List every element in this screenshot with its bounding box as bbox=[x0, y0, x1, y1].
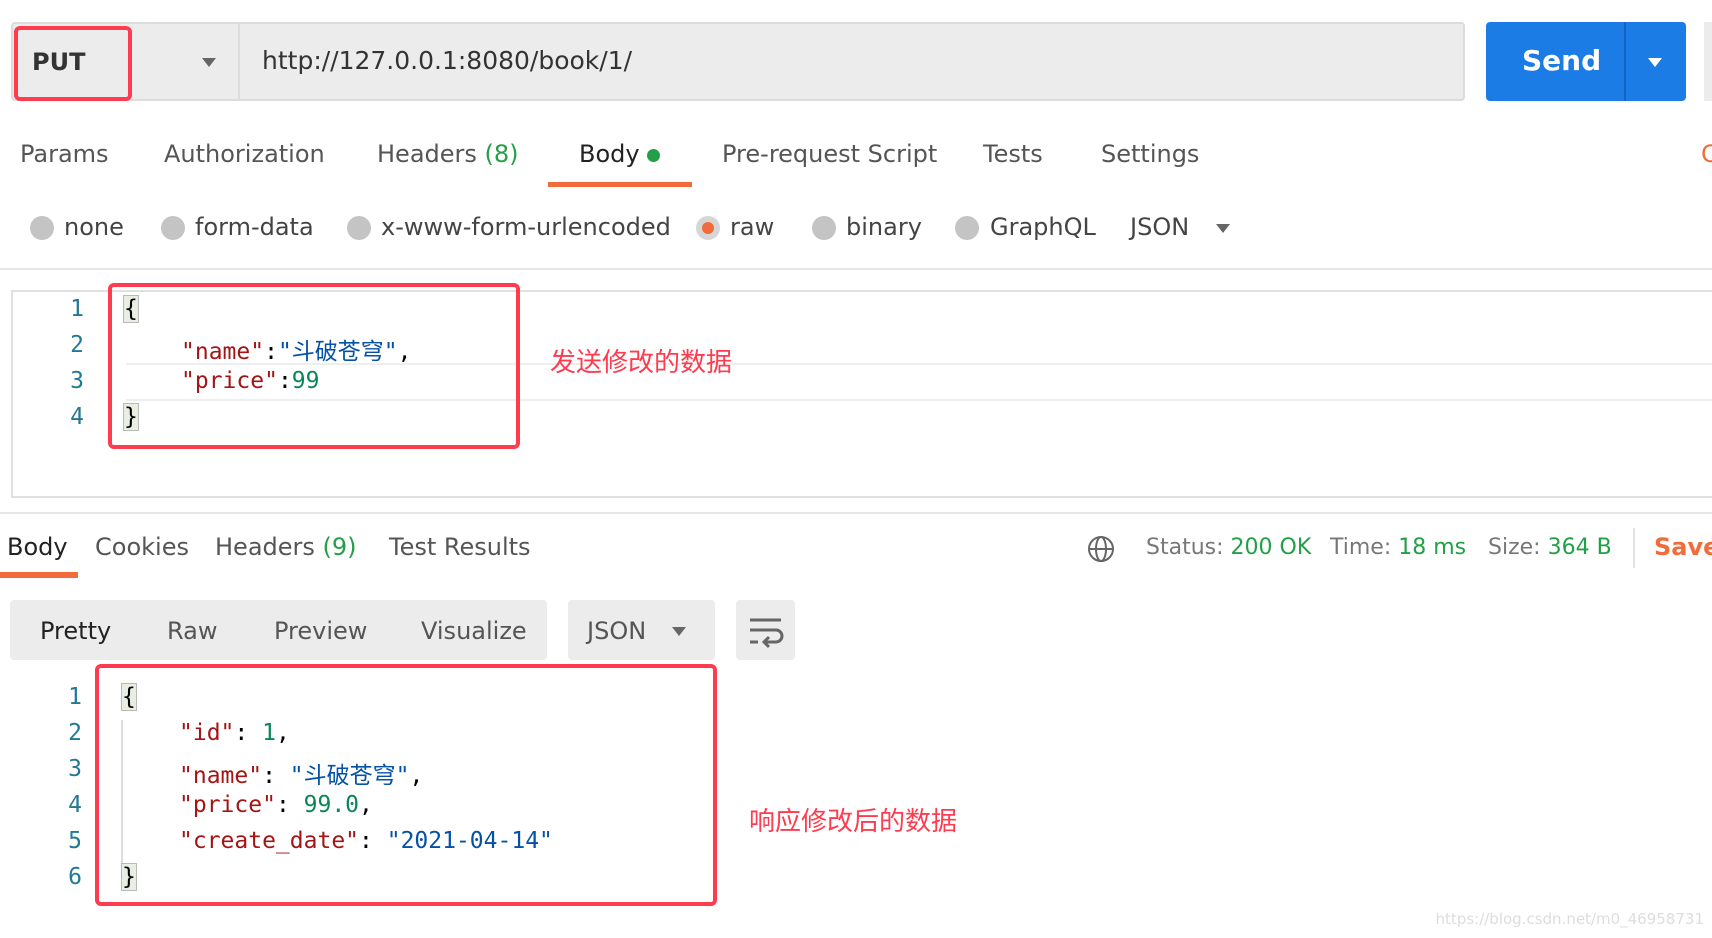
view-visualize[interactable]: Visualize bbox=[421, 617, 527, 645]
tab-label: Body bbox=[579, 140, 640, 168]
cookies-link[interactable]: C bbox=[1701, 140, 1712, 168]
size-value: 364 B bbox=[1547, 535, 1612, 560]
view-raw[interactable]: Raw bbox=[167, 617, 217, 645]
status-readout: Status: 200 OK bbox=[1146, 535, 1311, 560]
line-number: 2 bbox=[68, 720, 82, 746]
headers-count: (9) bbox=[322, 533, 357, 561]
tab-tests[interactable]: Tests bbox=[983, 140, 1043, 168]
line-number: 2 bbox=[70, 332, 84, 358]
tab-settings[interactable]: Settings bbox=[1101, 140, 1199, 168]
radio-binary[interactable] bbox=[812, 216, 836, 240]
active-tab-underline bbox=[0, 572, 78, 578]
globe-icon[interactable] bbox=[1086, 534, 1116, 564]
tab-headers[interactable]: Headers (8) bbox=[377, 140, 519, 168]
active-tab-underline bbox=[548, 182, 692, 187]
response-format-value: JSON bbox=[587, 617, 647, 645]
send-button[interactable]: Send bbox=[1486, 22, 1686, 101]
chevron-down-icon[interactable] bbox=[672, 627, 686, 636]
save-response-button[interactable]: Save bbox=[1654, 533, 1712, 561]
headers-count: (8) bbox=[484, 140, 519, 168]
radio-graphql[interactable] bbox=[955, 216, 979, 240]
wrap-icon bbox=[750, 618, 784, 649]
response-annotation: 响应修改后的数据 bbox=[749, 807, 958, 837]
save-button-edge[interactable] bbox=[1704, 22, 1712, 101]
time-readout: Time: 18 ms bbox=[1330, 535, 1466, 560]
response-body-highlight bbox=[95, 664, 717, 906]
radio-none[interactable] bbox=[30, 216, 54, 240]
radio-label: form-data bbox=[195, 213, 314, 241]
method-highlight bbox=[14, 26, 132, 101]
status-label: Status: bbox=[1146, 535, 1224, 560]
watermark: https://blog.csdn.net/m0_46958731 bbox=[1435, 910, 1704, 928]
line-number: 3 bbox=[68, 756, 82, 782]
time-value: 18 ms bbox=[1398, 535, 1467, 560]
radio-label: binary bbox=[846, 213, 922, 241]
radio-label: raw bbox=[730, 213, 775, 241]
wrap-lines-button[interactable] bbox=[736, 600, 795, 660]
tab-params[interactable]: Params bbox=[20, 140, 109, 168]
response-tab-test-results[interactable]: Test Results bbox=[389, 533, 531, 561]
line-number: 3 bbox=[70, 368, 84, 394]
tab-label: Headers bbox=[377, 140, 477, 168]
radio-label: x-www-form-urlencoded bbox=[381, 213, 671, 241]
line-number: 4 bbox=[68, 792, 82, 818]
line-number: 5 bbox=[68, 828, 82, 854]
send-divider bbox=[1624, 22, 1626, 101]
line-number: 4 bbox=[70, 404, 84, 430]
send-label: Send bbox=[1522, 44, 1602, 77]
radio-urlencoded[interactable] bbox=[347, 216, 371, 240]
view-preview[interactable]: Preview bbox=[274, 617, 367, 645]
time-label: Time: bbox=[1330, 535, 1392, 560]
radio-selected-dot bbox=[702, 222, 714, 234]
response-tab-body[interactable]: Body bbox=[7, 533, 68, 561]
body-indicator-dot bbox=[647, 148, 661, 162]
chevron-down-icon[interactable] bbox=[202, 58, 216, 67]
size-label: Size: bbox=[1488, 535, 1541, 560]
line-number: 1 bbox=[70, 296, 84, 322]
tab-authorization[interactable]: Authorization bbox=[164, 140, 325, 168]
size-readout: Size: 364 B bbox=[1488, 535, 1612, 560]
response-tab-headers[interactable]: Headers (9) bbox=[215, 533, 357, 561]
divider bbox=[1633, 528, 1635, 568]
radio-label: GraphQL bbox=[990, 213, 1096, 241]
radio-form-data[interactable] bbox=[161, 216, 185, 240]
tab-label: Headers bbox=[215, 533, 315, 561]
view-pretty[interactable]: Pretty bbox=[40, 617, 111, 645]
tab-body[interactable]: Body bbox=[579, 140, 661, 168]
chevron-down-icon[interactable] bbox=[1216, 224, 1230, 233]
line-number: 1 bbox=[68, 684, 82, 710]
request-annotation: 发送修改的数据 bbox=[550, 348, 733, 378]
send-options-icon[interactable] bbox=[1648, 58, 1662, 67]
radio-label: none bbox=[64, 213, 124, 241]
response-tab-cookies[interactable]: Cookies bbox=[95, 533, 189, 561]
divider bbox=[0, 512, 1712, 514]
line-number: 6 bbox=[68, 864, 82, 890]
status-value: 200 OK bbox=[1230, 535, 1312, 560]
radio-raw[interactable] bbox=[696, 216, 720, 240]
request-body-highlight bbox=[108, 283, 520, 449]
body-format-select[interactable]: JSON bbox=[1130, 213, 1189, 241]
tab-pre-request-script[interactable]: Pre-request Script bbox=[722, 140, 937, 168]
url-input[interactable]: http://127.0.0.1:8080/book/1/ bbox=[262, 46, 632, 75]
divider bbox=[0, 268, 1712, 270]
